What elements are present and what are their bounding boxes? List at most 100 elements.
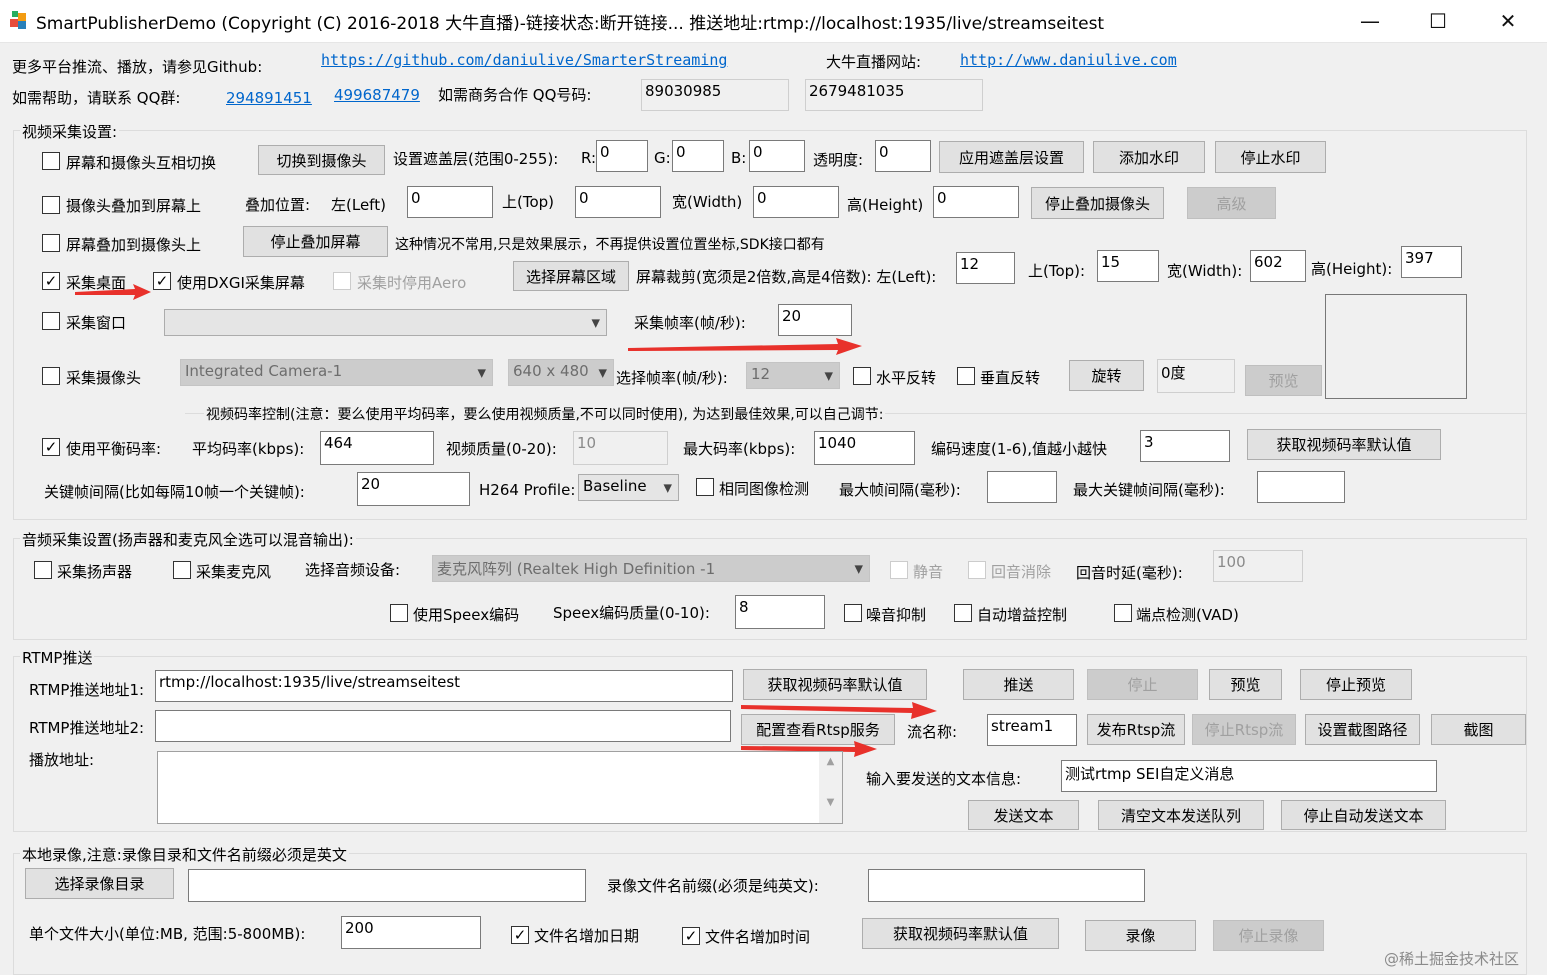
max-bitrate-input[interactable]: 1040 bbox=[814, 431, 915, 465]
record-get-default-bitrate-button[interactable]: 获取视频码率默认值 bbox=[862, 918, 1059, 949]
echo-delay-label: 回音时延(毫秒): bbox=[1076, 564, 1183, 582]
g-input[interactable]: 0 bbox=[672, 140, 724, 172]
use-speex-checkbox[interactable] bbox=[390, 604, 408, 622]
github-link[interactable]: https://github.com/daniulive/SmarterStre… bbox=[321, 51, 727, 69]
maximize-button[interactable]: ☐ bbox=[1403, 0, 1473, 42]
rtmp-preview-button[interactable]: 预览 bbox=[1209, 669, 1282, 700]
switch-cam-screen-checkbox[interactable] bbox=[42, 152, 60, 170]
echo-cancel-checkbox[interactable] bbox=[968, 561, 986, 579]
select-fps-select[interactable]: 12 ▼ bbox=[746, 362, 840, 389]
qq-group1-link[interactable]: 294891451 bbox=[226, 89, 312, 107]
stop-overlay-screen-button[interactable]: 停止叠加屏幕 bbox=[243, 226, 388, 257]
max-frame-interval-input[interactable] bbox=[987, 471, 1057, 503]
scroll-down-icon[interactable]: ▼ bbox=[819, 797, 842, 808]
alpha-label: 透明度: bbox=[813, 151, 864, 169]
noise-suppress-checkbox[interactable] bbox=[844, 604, 862, 622]
hflip-checkbox[interactable] bbox=[853, 367, 871, 385]
resolution-select[interactable]: 640 x 480 ▼ bbox=[508, 359, 614, 386]
record-dir-input[interactable] bbox=[188, 869, 586, 902]
window-select[interactable]: ▼ bbox=[164, 309, 607, 336]
file-size-input[interactable]: 200 bbox=[341, 916, 481, 949]
qq2-field[interactable]: 2679481035 bbox=[805, 79, 983, 111]
text-info-input[interactable]: 测试rtmp SEI自定义消息 bbox=[1061, 760, 1437, 792]
record-button[interactable]: 录像 bbox=[1085, 920, 1196, 951]
quality-input[interactable]: 10 bbox=[573, 431, 668, 465]
stop-watermark-button[interactable]: 停止水印 bbox=[1215, 141, 1326, 173]
switch-to-camera-button[interactable]: 切换到摄像头 bbox=[258, 145, 385, 175]
qq-group2-link[interactable]: 499687479 bbox=[334, 86, 420, 104]
agc-checkbox[interactable] bbox=[954, 604, 972, 622]
url2-input[interactable] bbox=[155, 710, 731, 742]
crop-left-input[interactable]: 12 bbox=[956, 252, 1015, 284]
crop-width-input[interactable]: 602 bbox=[1250, 250, 1306, 282]
scroll-up-icon[interactable]: ▲ bbox=[819, 756, 842, 767]
send-text-button[interactable]: 发送文本 bbox=[968, 800, 1079, 830]
apply-overlay-button[interactable]: 应用遮盖层设置 bbox=[939, 141, 1084, 173]
set-snapshot-path-button[interactable]: 设置截图路径 bbox=[1305, 714, 1420, 745]
advanced-button[interactable]: 高级 bbox=[1187, 187, 1276, 219]
capture-speaker-checkbox[interactable] bbox=[34, 561, 52, 579]
avg-bitrate-input[interactable]: 464 bbox=[320, 431, 434, 465]
push-button[interactable]: 推送 bbox=[963, 669, 1074, 700]
speex-quality-input[interactable]: 8 bbox=[735, 595, 825, 629]
crop-top-input[interactable]: 15 bbox=[1097, 250, 1159, 282]
speed-input[interactable]: 3 bbox=[1140, 430, 1230, 462]
url1-input[interactable]: rtmp://localhost:1935/live/streamseitest bbox=[155, 670, 733, 702]
vflip-checkbox[interactable] bbox=[957, 367, 975, 385]
stream-name-input[interactable]: stream1 bbox=[987, 714, 1077, 746]
camera-preview-button[interactable]: 预览 bbox=[1245, 365, 1322, 396]
audio-device-select[interactable]: 麦克风阵列 (Realtek High Definition -1 ▼ bbox=[432, 555, 870, 582]
add-watermark-button[interactable]: 添加水印 bbox=[1093, 141, 1205, 173]
stop-preview-button[interactable]: 停止预览 bbox=[1300, 669, 1412, 700]
site-label: 大牛直播网站: bbox=[826, 53, 922, 71]
minimize-button[interactable]: — bbox=[1335, 0, 1405, 42]
keyframe-input[interactable]: 20 bbox=[357, 472, 470, 506]
max-keyframe-interval-input[interactable] bbox=[1257, 471, 1345, 503]
stop-push-button[interactable]: 停止 bbox=[1087, 669, 1198, 700]
clear-queue-button[interactable]: 清空文本发送队列 bbox=[1098, 800, 1264, 830]
play-addr-textarea[interactable] bbox=[157, 751, 843, 824]
rotate-button[interactable]: 旋转 bbox=[1069, 360, 1144, 391]
stop-auto-send-button[interactable]: 停止自动发送文本 bbox=[1281, 800, 1446, 830]
stop-overlay-camera-button[interactable]: 停止叠加摄像头 bbox=[1031, 187, 1164, 219]
add-time-checkbox[interactable]: ✓ bbox=[682, 927, 700, 945]
close-button[interactable]: ✕ bbox=[1473, 0, 1543, 42]
get-default-bitrate-button[interactable]: 获取视频码率默认值 bbox=[1247, 429, 1441, 460]
play-addr-scrollbar[interactable]: ▲ ▼ bbox=[819, 752, 842, 823]
echo-delay-input[interactable]: 100 bbox=[1213, 550, 1303, 582]
prefix-input[interactable] bbox=[868, 869, 1145, 902]
site-link[interactable]: http://www.daniulive.com bbox=[960, 51, 1177, 69]
capture-window-checkbox[interactable] bbox=[42, 312, 60, 330]
profile-select[interactable]: Baseline ▼ bbox=[578, 474, 679, 501]
cam-over-screen-checkbox[interactable] bbox=[42, 196, 60, 214]
vad-checkbox[interactable] bbox=[1114, 604, 1132, 622]
screen-over-cam-checkbox[interactable] bbox=[42, 234, 60, 252]
add-date-checkbox[interactable]: ✓ bbox=[511, 926, 529, 944]
snapshot-button[interactable]: 截图 bbox=[1431, 714, 1526, 745]
same-image-detect-checkbox[interactable] bbox=[696, 478, 714, 496]
r-input[interactable]: 0 bbox=[596, 140, 648, 172]
publish-rtsp-button[interactable]: 发布Rtsp流 bbox=[1087, 714, 1185, 745]
use-avg-bitrate-checkbox[interactable]: ✓ bbox=[42, 438, 60, 456]
crop-height-input[interactable]: 397 bbox=[1401, 246, 1462, 278]
qq1-field[interactable]: 89030985 bbox=[641, 79, 789, 111]
capture-mic-checkbox[interactable] bbox=[173, 561, 191, 579]
b-input[interactable]: 0 bbox=[749, 140, 805, 172]
stop-rtsp-button[interactable]: 停止Rtsp流 bbox=[1192, 714, 1296, 745]
height-input[interactable]: 0 bbox=[933, 186, 1019, 218]
select-record-dir-button[interactable]: 选择录像目录 bbox=[25, 868, 174, 899]
disable-aero-checkbox[interactable] bbox=[333, 272, 351, 290]
capture-desktop-checkbox[interactable]: ✓ bbox=[42, 272, 60, 290]
fps-input[interactable]: 20 bbox=[778, 304, 852, 336]
top-input[interactable]: 0 bbox=[575, 186, 661, 218]
left-input[interactable]: 0 bbox=[407, 186, 493, 218]
capture-camera-checkbox[interactable] bbox=[42, 367, 60, 385]
camera-select[interactable]: Integrated Camera-1 ▼ bbox=[180, 359, 493, 386]
use-dxgi-checkbox[interactable]: ✓ bbox=[153, 272, 171, 290]
alpha-input[interactable]: 0 bbox=[875, 140, 931, 172]
rtmp-get-default-bitrate-button[interactable]: 获取视频码率默认值 bbox=[743, 669, 927, 700]
stop-record-button[interactable]: 停止录像 bbox=[1213, 920, 1324, 951]
select-region-button[interactable]: 选择屏幕区域 bbox=[513, 261, 629, 291]
width-input[interactable]: 0 bbox=[753, 186, 839, 218]
mute-checkbox[interactable] bbox=[890, 561, 908, 579]
